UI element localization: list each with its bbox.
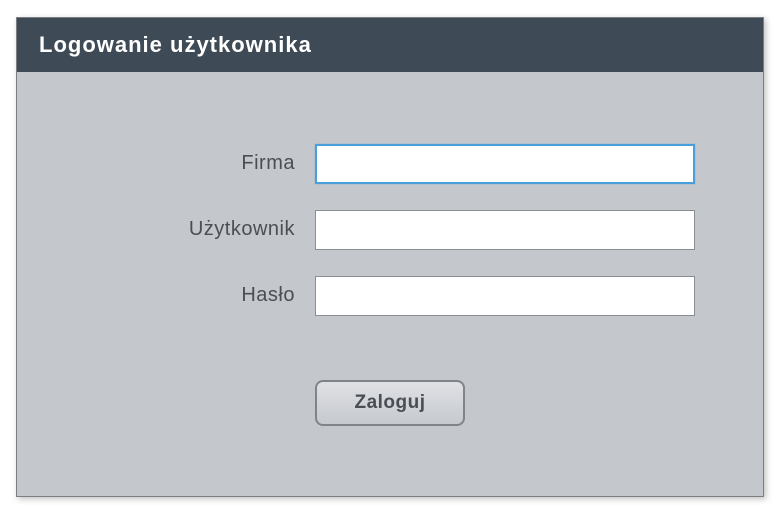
label-user: Użytkownik — [85, 218, 295, 241]
row-company: Firma — [85, 144, 695, 184]
panel-body: Firma Użytkownik Hasło Zaloguj — [17, 72, 763, 496]
label-password: Hasło — [85, 284, 295, 307]
login-panel: Logowanie użytkownika Firma Użytkownik H… — [16, 17, 764, 497]
password-input[interactable] — [315, 276, 695, 316]
label-company: Firma — [85, 152, 295, 175]
login-button[interactable]: Zaloguj — [315, 380, 465, 426]
button-row: Zaloguj — [315, 380, 465, 426]
row-password: Hasło — [85, 276, 695, 316]
user-input[interactable] — [315, 210, 695, 250]
company-input[interactable] — [315, 144, 695, 184]
row-user: Użytkownik — [85, 210, 695, 250]
login-form: Firma Użytkownik Hasło — [85, 144, 695, 316]
panel-title: Logowanie użytkownika — [17, 18, 763, 72]
